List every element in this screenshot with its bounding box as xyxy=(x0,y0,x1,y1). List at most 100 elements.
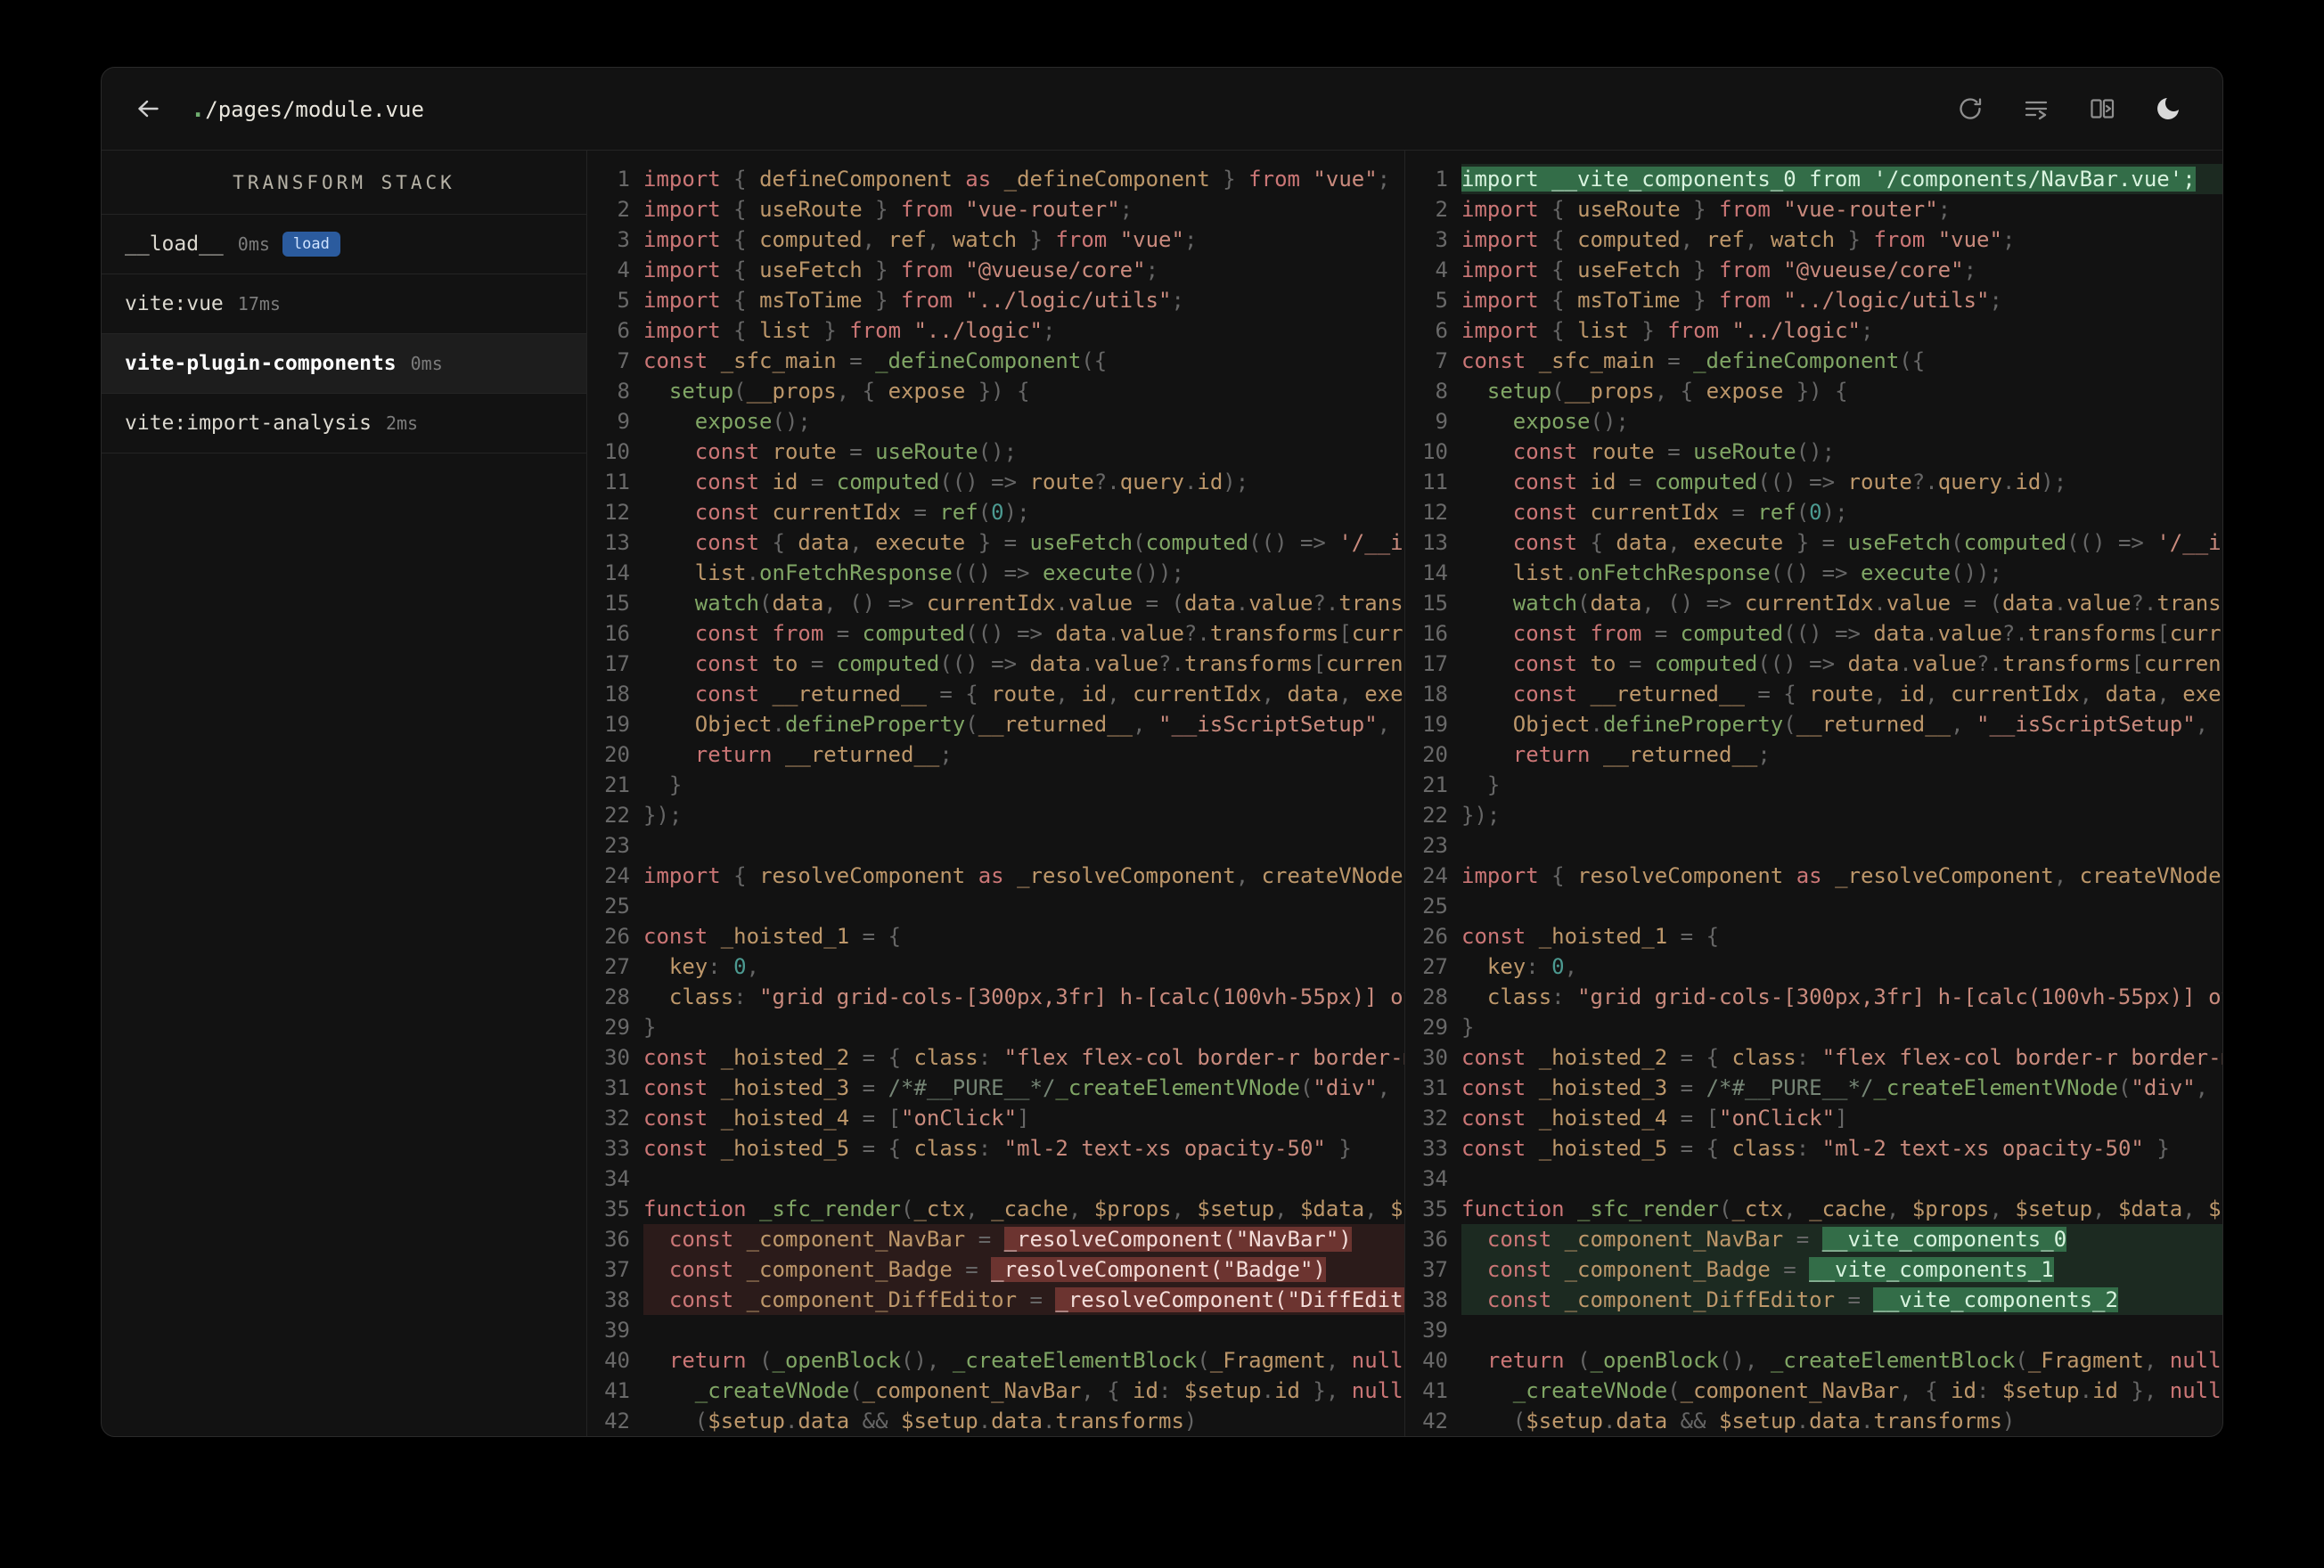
line-content: const _hoisted_2 = { class: "flex flex-c… xyxy=(1461,1045,2222,1070)
code-line: 22}); xyxy=(587,800,1404,830)
load-badge: load xyxy=(282,232,340,257)
line-content: function _sfc_render(_ctx, _cache, $prop… xyxy=(1461,1196,2222,1221)
line-content: _createVNode(_component_NavBar, { id: $s… xyxy=(694,1378,1404,1403)
line-content: } xyxy=(1486,772,1501,797)
line-content: const from = computed(() => data.value?.… xyxy=(694,621,1404,646)
line-number: 24 xyxy=(1422,863,1448,888)
transform-stack-item[interactable]: __load__ 0ms load xyxy=(102,215,586,274)
code-line: 24 import { resolveComponent as _resolveC… xyxy=(1405,861,2222,891)
line-number: 2 xyxy=(617,197,630,222)
moon-icon xyxy=(2157,98,2179,119)
line-number: 35 xyxy=(1422,1196,1448,1221)
plugin-name: __load__ xyxy=(125,233,224,256)
line-content: watch(data, () => currentIdx.value = (da… xyxy=(694,591,1404,616)
code-line: 18 const __returned__ = { route, id, cur… xyxy=(1405,679,2222,709)
code-line: 40 return (_openBlock(), _createElementB… xyxy=(1405,1345,2222,1376)
code-line: 21 } xyxy=(1405,770,2222,800)
line-content: } xyxy=(1461,1015,1475,1040)
refresh-button[interactable] xyxy=(1955,94,1985,124)
code-line: 10 const route = useRoute(); xyxy=(1405,437,2222,467)
code-line: 8 setup(__props, { expose }) { xyxy=(587,376,1404,406)
line-content: ($setup.data && $setup.data.transforms) xyxy=(1512,1409,2016,1433)
line-content: watch(data, () => currentIdx.value = (da… xyxy=(1512,591,2222,616)
line-number: 3 xyxy=(1435,227,1448,252)
back-button[interactable] xyxy=(128,89,168,128)
code-line: 3 import { computed, ref, watch } from "v… xyxy=(1405,225,2222,255)
line-content: import { list } from "../logic"; xyxy=(1461,318,1874,343)
line-content: import { msToTime } from "../logic/utils… xyxy=(1461,288,2002,313)
theme-toggle[interactable] xyxy=(2153,94,2183,124)
line-content: const _hoisted_4 = ["onClick"] xyxy=(1461,1106,1848,1131)
code-line: 1 import { defineComponent as _defineComp… xyxy=(587,164,1404,194)
inline-diff-toggle[interactable] xyxy=(2021,94,2051,124)
code-line: 25 xyxy=(1405,891,2222,921)
code-line: 2 import { useRoute } from "vue-router"; xyxy=(587,194,1404,225)
line-content: const from = computed(() => data.value?.… xyxy=(1512,621,2222,646)
line-number: 13 xyxy=(1422,530,1448,555)
line-content: return __returned__; xyxy=(694,742,953,767)
code-line: 1 import __vite_components_0 from '/compo… xyxy=(1405,164,2222,194)
line-content: const _component_Badge = __vite_componen… xyxy=(1461,1254,2222,1285)
line-content: key: 0, xyxy=(668,954,760,979)
line-content: class: "grid grid-cols-[300px,3fr] h-[ca… xyxy=(668,984,1404,1009)
line-content: const route = useRoute(); xyxy=(1512,439,1836,464)
line-content xyxy=(1461,1164,2222,1194)
code-line: 31 const _hoisted_3 = /*#__PURE__*/_creat… xyxy=(1405,1073,2222,1103)
line-content: expose(); xyxy=(1512,409,1629,434)
code-line: 5 import { msToTime } from "../logic/util… xyxy=(587,285,1404,315)
code-line: 30 const _hoisted_2 = { class: "flex flex… xyxy=(1405,1042,2222,1073)
line-content: const to = computed(() => data.value?.tr… xyxy=(1512,651,2222,676)
line-number: 6 xyxy=(617,318,630,343)
line-content: const _hoisted_3 = /*#__PURE__*/_createE… xyxy=(643,1075,1404,1100)
line-content: const _hoisted_3 = /*#__PURE__*/_createE… xyxy=(1461,1075,2222,1100)
line-content: const { data, execute } = useFetch(compu… xyxy=(1512,530,2222,555)
line-content: const _component_DiffEditor = _resolveCo… xyxy=(643,1285,1404,1315)
line-number: 37 xyxy=(1422,1257,1448,1282)
transform-stack-item[interactable]: vite:vue 17ms xyxy=(102,274,586,334)
code-line: 9 expose(); xyxy=(587,406,1404,437)
line-number: 24 xyxy=(604,863,630,888)
diff-view: 1 import { defineComponent as _defineComp… xyxy=(587,151,2222,1436)
line-content: import { resolveComponent as _resolveCom… xyxy=(643,863,1403,888)
line-content: const _sfc_main = _defineComponent({ xyxy=(1461,348,1926,373)
code-line: 19 Object.defineProperty(__returned__, "… xyxy=(1405,709,2222,739)
code-line: 5 import { msToTime } from "../logic/util… xyxy=(1405,285,2222,315)
line-content xyxy=(643,1164,1404,1194)
plugin-time: 0ms xyxy=(410,353,443,374)
line-number: 17 xyxy=(604,651,630,676)
line-content: import { computed, ref, watch } from "vu… xyxy=(643,227,1198,252)
line-number: 2 xyxy=(1435,197,1448,222)
line-number: 37 xyxy=(604,1257,630,1282)
transform-stack-item[interactable]: vite:import-analysis 2ms xyxy=(102,394,586,453)
plugin-name: vite:import-analysis xyxy=(125,412,372,435)
topbar-actions xyxy=(1955,94,2183,124)
code-panel-before[interactable]: 1 import { defineComponent as _defineComp… xyxy=(587,151,1404,1436)
line-number: 19 xyxy=(1422,712,1448,737)
code-line: 13 const { data, execute } = useFetch(co… xyxy=(1405,527,2222,558)
line-content: import { defineComponent as _defineCompo… xyxy=(643,167,1391,192)
line-number: 30 xyxy=(1422,1045,1448,1070)
line-content: Object.defineProperty(__returned__, "__i… xyxy=(1512,712,2222,737)
line-content: const id = computed(() => route?.query.i… xyxy=(1512,470,2067,494)
code-line: 12 const currentIdx = ref(0); xyxy=(587,497,1404,527)
line-content: const id = computed(() => route?.query.i… xyxy=(694,470,1249,494)
inline-diff-icon xyxy=(2025,101,2048,120)
line-content: const _sfc_main = _defineComponent({ xyxy=(643,348,1108,373)
code-panel-after[interactable]: 1 import __vite_components_0 from '/compo… xyxy=(1404,151,2222,1436)
transform-stack-item[interactable]: vite-plugin-components 0ms xyxy=(102,334,586,394)
code-line: 23 xyxy=(1405,830,2222,861)
line-content: import { useRoute } from "vue-router"; xyxy=(1461,197,1952,222)
module-dot: . xyxy=(191,94,206,123)
code-line: 17 const to = computed(() => data.value?… xyxy=(587,649,1404,679)
code-line: 33 const _hoisted_5 = { class: "ml-2 text… xyxy=(1405,1133,2222,1164)
line-number: 19 xyxy=(604,712,630,737)
transform-stack-sidebar: TRANSFORM STACK __load__ 0ms load vite:vue 1… xyxy=(102,151,587,1436)
line-content xyxy=(643,1315,1404,1345)
line-number: 38 xyxy=(1422,1287,1448,1312)
line-content xyxy=(1461,1315,2222,1345)
side-by-side-icon xyxy=(2091,99,2115,118)
code-line: 16 const from = computed(() => data.valu… xyxy=(1405,618,2222,649)
side-by-side-toggle[interactable] xyxy=(2087,94,2117,124)
line-number: 1 xyxy=(1435,167,1448,192)
plugin-time: 0ms xyxy=(237,233,270,255)
